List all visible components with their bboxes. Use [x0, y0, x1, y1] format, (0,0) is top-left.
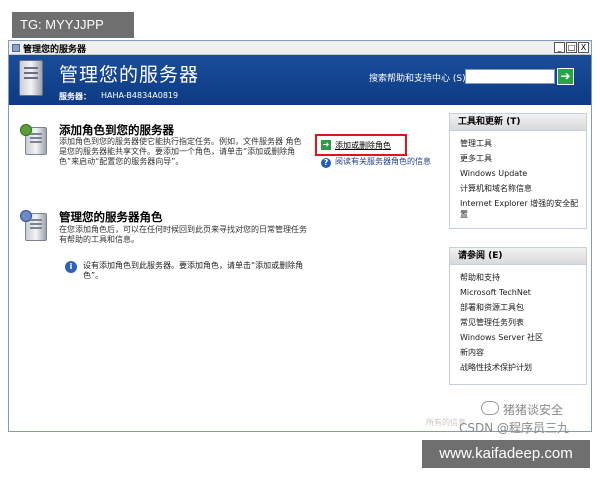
computer-domain-info-link[interactable]: 计算机和域名称信息: [460, 181, 586, 196]
search-input[interactable]: [465, 69, 555, 84]
search-go-button[interactable]: ➔: [557, 68, 574, 85]
see-also-header[interactable]: 请参阅 (E): [450, 248, 586, 265]
admin-tools-link[interactable]: 管理工具: [460, 136, 586, 151]
admin-tasks-link[interactable]: 常见管理任务列表: [460, 315, 586, 330]
server-label: 服务器：: [59, 92, 91, 101]
add-remove-role-link[interactable]: 添加或删除角色: [335, 140, 391, 151]
app-icon: [12, 44, 20, 52]
help-support-link[interactable]: 帮助和支持: [460, 270, 586, 285]
wechat-icon: [481, 401, 499, 415]
read-server-roles-link[interactable]: 阅读有关服务器角色的信息: [335, 157, 435, 167]
more-tools-link[interactable]: 更多工具: [460, 151, 586, 166]
csdn-watermark: CSDN @程序员三九: [459, 421, 570, 435]
minimize-button[interactable]: _: [554, 42, 565, 53]
manage-roles-heading: 管理您的服务器角色: [59, 210, 163, 224]
window-title: 管理您的服务器: [23, 45, 87, 55]
add-remove-role-button[interactable]: ➔ 添加或删除角色: [315, 134, 407, 156]
tools-updates-panel: 工具和更新 (T) 管理工具 更多工具 Windows Update 计算机和域…: [449, 113, 587, 229]
manage-role-server-icon: [20, 210, 47, 241]
top-left-tag: TG: MYYJJPP: [12, 12, 134, 38]
ie-security-config-link[interactable]: Internet Explorer 增强的安全配置: [460, 196, 586, 222]
header-banner: 管理您的服务器 服务器： HAHA-B4834A0819 搜索帮助和支持中心 (…: [9, 55, 591, 105]
help-icon: ?: [321, 158, 331, 168]
add-role-server-icon: [20, 124, 47, 155]
server-name: HAHA-B4834A0819: [101, 91, 179, 100]
technet-link[interactable]: Microsoft TechNet: [460, 285, 586, 300]
add-role-heading: 添加角色到您的服务器: [59, 123, 174, 137]
page-title: 管理您的服务器: [59, 64, 200, 86]
title-bar: 管理您的服务器 _ □ X: [9, 41, 591, 55]
tools-updates-header[interactable]: 工具和更新 (T): [450, 114, 586, 131]
see-also-list: 帮助和支持 Microsoft TechNet 部署和资源工具包 常见管理任务列…: [450, 265, 586, 381]
see-also-panel: 请参阅 (E) 帮助和支持 Microsoft TechNet 部署和资源工具包…: [449, 247, 587, 385]
bottom-right-tag: www.kaifadeep.com: [422, 440, 590, 468]
manage-server-window: 管理您的服务器 _ □ X 管理您的服务器 服务器： HAHA-B4834A08…: [8, 40, 592, 435]
close-button[interactable]: X: [578, 42, 589, 53]
whats-new-link[interactable]: 新内容: [460, 345, 586, 360]
server-community-link[interactable]: Windows Server 社区: [460, 330, 586, 345]
info-icon: i: [65, 261, 77, 273]
window-controls: _ □ X: [554, 42, 589, 53]
security-program-link[interactable]: 战略性技术保护计划: [460, 360, 586, 375]
add-role-description: 添加角色到您的服务器使它能执行指定任务。例如，文件服务器 角色是您的服务器能共享…: [59, 137, 302, 166]
deployment-kit-link[interactable]: 部署和资源工具包: [460, 300, 586, 315]
windows-update-link[interactable]: Windows Update: [460, 166, 586, 181]
wechat-watermark: 猪猪谈安全: [503, 403, 564, 417]
no-roles-note: 设有添加角色到此服务器。要添加角色，请单击“添加或删除角色”。: [83, 261, 304, 280]
server-icon: [19, 60, 43, 96]
tools-updates-list: 管理工具 更多工具 Windows Update 计算机和域名称信息 Inter…: [450, 131, 586, 228]
manage-roles-description: 在您添加角色后，可以在任何时候回到此页来寻找对您的日常管理任务有帮助的工具和信息…: [59, 225, 307, 244]
maximize-button[interactable]: □: [566, 42, 577, 53]
search-label: 搜索帮助和支持中心 (S): [369, 74, 466, 84]
arrow-right-icon: ➔: [321, 140, 331, 150]
